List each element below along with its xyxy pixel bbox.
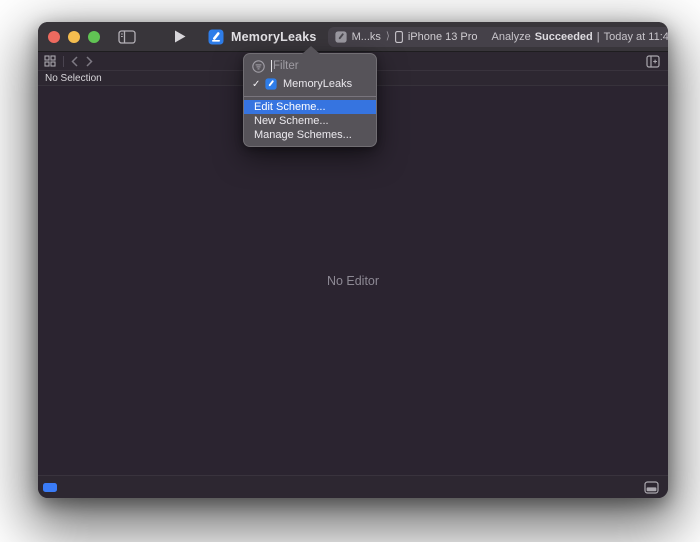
desktop: MemoryLeaks M...ks ⟩ iPhone 13 Pro Analy… bbox=[0, 0, 700, 542]
debug-area-toggle-icon[interactable] bbox=[644, 480, 659, 494]
iphone-icon bbox=[394, 30, 403, 43]
no-editor-placeholder: No Editor bbox=[326, 273, 380, 288]
minimize-button[interactable] bbox=[68, 30, 80, 43]
toolbar-status-pill: M...ks ⟩ iPhone 13 Pro Analyze Succeeded … bbox=[327, 26, 668, 47]
window-title: MemoryLeaks bbox=[231, 29, 317, 44]
status-separator: | bbox=[596, 30, 600, 43]
run-button[interactable] bbox=[174, 30, 186, 43]
forward-chevron-icon[interactable] bbox=[86, 55, 93, 67]
filter-icon bbox=[252, 59, 265, 73]
text-caret bbox=[271, 60, 272, 72]
checkmark-icon: ✓ bbox=[252, 78, 261, 90]
run-destination[interactable]: iPhone 13 Pro bbox=[394, 30, 478, 43]
scheme-chevron: ⟩ bbox=[385, 31, 390, 42]
breakpoint-icon[interactable] bbox=[43, 482, 57, 492]
menu-item-scheme[interactable]: ✓ MemoryLeaks bbox=[244, 75, 376, 93]
sidebar-toggle-icon[interactable] bbox=[118, 29, 136, 44]
status-time: Today at 11:45 bbox=[603, 30, 668, 43]
status-action: Analyze bbox=[491, 30, 531, 43]
scheme-item-label: MemoryLeaks bbox=[283, 78, 353, 90]
zoom-button[interactable] bbox=[88, 30, 100, 43]
filter-placeholder: Filter bbox=[273, 60, 299, 72]
traffic-lights bbox=[48, 30, 100, 43]
menu-item-new-scheme[interactable]: New Scheme... bbox=[244, 114, 376, 128]
scheme-app-icon bbox=[334, 30, 347, 43]
bottom-bar bbox=[38, 475, 668, 498]
navigator-grid-icon[interactable] bbox=[44, 55, 56, 67]
scheme-name: M...ks bbox=[351, 30, 381, 43]
menu-item-edit-scheme[interactable]: Edit Scheme... bbox=[244, 100, 376, 114]
menu-separator bbox=[244, 96, 376, 97]
scheme-selector[interactable]: M...ks bbox=[334, 30, 381, 43]
close-button[interactable] bbox=[48, 30, 60, 43]
activity-status[interactable]: Analyze Succeeded | Today at 11:45 bbox=[492, 31, 668, 43]
scheme-popover-menu: Filter ✓ MemoryLeaks Edit Scheme... New … bbox=[243, 46, 377, 147]
scheme-filter-input[interactable]: Filter bbox=[244, 57, 376, 75]
toolbar-divider bbox=[63, 55, 64, 67]
scheme-app-icon bbox=[265, 78, 277, 90]
back-chevron-icon[interactable] bbox=[71, 55, 78, 67]
xcode-project-icon bbox=[208, 29, 224, 45]
status-result: Succeeded bbox=[534, 30, 593, 43]
menu-item-manage-schemes[interactable]: Manage Schemes... bbox=[244, 128, 376, 142]
editor-options-icon[interactable] bbox=[646, 54, 660, 68]
destination-name: iPhone 13 Pro bbox=[407, 30, 478, 43]
titlebar: MemoryLeaks M...ks ⟩ iPhone 13 Pro Analy… bbox=[38, 22, 668, 52]
jump-bar-text: No Selection bbox=[45, 72, 102, 84]
